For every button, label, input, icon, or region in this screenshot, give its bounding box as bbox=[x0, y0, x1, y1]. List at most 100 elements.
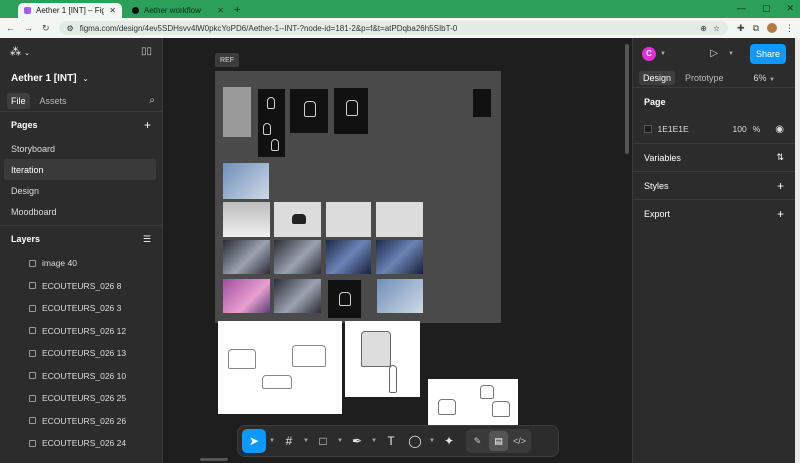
figma-favicon-icon bbox=[24, 7, 31, 14]
user-avatar[interactable]: C bbox=[642, 46, 656, 61]
reference-image[interactable] bbox=[377, 279, 423, 313]
pen-tool-button[interactable]: ✒ bbox=[346, 429, 368, 453]
reference-image[interactable] bbox=[376, 240, 423, 274]
reference-image[interactable] bbox=[376, 202, 423, 237]
canvas-horizontal-scrollbar[interactable] bbox=[200, 458, 228, 461]
layer-item[interactable]: image 40 bbox=[0, 252, 162, 275]
chevron-down-icon[interactable]: ▼ bbox=[428, 438, 436, 444]
reference-image[interactable] bbox=[290, 89, 328, 133]
browser-tab-figma[interactable]: Aether 1 [INT] – Figma ✕ bbox=[18, 3, 122, 18]
eye-icon[interactable]: ◉ bbox=[775, 124, 784, 135]
variables-adjust-icon[interactable]: ⇅ bbox=[776, 152, 784, 163]
chevron-down-icon[interactable]: ▼ bbox=[370, 438, 378, 444]
figma-logo-menu-icon[interactable]: ⁂ ⌄ bbox=[10, 45, 30, 58]
actions-button[interactable]: ✦ bbox=[438, 429, 460, 453]
exploded-case-image[interactable] bbox=[428, 379, 518, 425]
reference-image[interactable] bbox=[326, 202, 371, 237]
shape-tool-button[interactable]: ◯ bbox=[404, 429, 426, 453]
tab-design[interactable]: Design bbox=[639, 71, 676, 85]
page-opacity[interactable]: 100 bbox=[733, 124, 747, 134]
layer-item[interactable]: ECOUTEURS_026 26 bbox=[0, 410, 162, 433]
close-tab-icon[interactable]: ✕ bbox=[217, 6, 224, 15]
design-mode-button[interactable]: ▤ bbox=[489, 431, 508, 451]
page-item-iteration[interactable]: Iteration bbox=[4, 159, 156, 180]
exploded-view-image[interactable] bbox=[218, 321, 342, 414]
ref-frame[interactable] bbox=[215, 71, 501, 323]
share-button[interactable]: Share bbox=[750, 43, 786, 64]
frame-tool-button[interactable]: # bbox=[278, 429, 300, 453]
layer-item[interactable]: ECOUTEURS_026 10 bbox=[0, 365, 162, 388]
site-info-icon[interactable]: ⚙ bbox=[67, 24, 74, 33]
earbud-closeup-image[interactable] bbox=[345, 321, 420, 397]
layer-item[interactable]: ECOUTEURS_026 25 bbox=[0, 387, 162, 410]
canvas-vertical-scrollbar[interactable] bbox=[625, 44, 629, 154]
layer-item[interactable]: ECOUTEURS_026 24 bbox=[0, 432, 162, 455]
add-export-icon[interactable]: + bbox=[777, 207, 784, 221]
chevron-down-icon[interactable]: ▼ bbox=[336, 438, 344, 444]
close-tab-icon[interactable]: ✕ bbox=[109, 6, 116, 15]
bookmark-star-icon[interactable]: ☆ bbox=[713, 24, 720, 33]
url-field[interactable]: ⚙ figma.com/design/4ev5SDHsvv4lW0pkcYoPD… bbox=[58, 21, 729, 35]
variables-header[interactable]: Variables ⇅ bbox=[644, 144, 784, 171]
reference-image[interactable] bbox=[326, 240, 371, 274]
extensions-puzzle-icon[interactable]: ⧉ bbox=[753, 23, 759, 34]
reference-image[interactable] bbox=[328, 280, 361, 318]
styles-header[interactable]: Styles + bbox=[644, 172, 784, 199]
reference-image[interactable] bbox=[223, 87, 251, 137]
reload-icon[interactable]: ↻ bbox=[42, 23, 50, 34]
rectangle-tool-button[interactable]: □ bbox=[312, 429, 334, 453]
zoom-icon[interactable]: ⊕ bbox=[700, 24, 707, 33]
present-play-icon[interactable]: ▷ bbox=[710, 48, 718, 59]
frame-label-ref[interactable]: REF bbox=[215, 53, 239, 67]
text-tool-button[interactable]: T bbox=[380, 429, 402, 453]
layer-item[interactable]: ECOUTEURS_026 12 bbox=[0, 320, 162, 343]
layer-item[interactable]: ECOUTEURS_026 3 bbox=[0, 297, 162, 320]
layer-item[interactable]: ECOUTEURS_026 13 bbox=[0, 342, 162, 365]
reference-image[interactable] bbox=[223, 279, 270, 313]
file-name[interactable]: Aether 1 [INT] ⌄ bbox=[0, 65, 162, 90]
extension-icon[interactable]: ✚ bbox=[737, 23, 745, 34]
reference-image[interactable] bbox=[274, 202, 321, 237]
page-color-row[interactable]: 1E1E1E 100 % ◉ bbox=[644, 115, 784, 143]
reference-image[interactable] bbox=[258, 89, 285, 157]
page-item-moodboard[interactable]: Moodboard bbox=[0, 201, 156, 222]
layer-item[interactable]: ECOUTEURS_026 8 bbox=[0, 275, 162, 298]
maximize-button[interactable]: ▢ bbox=[762, 3, 771, 14]
chevron-down-icon[interactable]: ▼ bbox=[302, 438, 310, 444]
add-style-icon[interactable]: + bbox=[777, 179, 784, 193]
zoom-level[interactable]: 6% ▼ bbox=[754, 73, 775, 83]
chevron-down-icon[interactable]: ▼ bbox=[660, 51, 666, 57]
reference-image[interactable] bbox=[473, 89, 491, 117]
export-header[interactable]: Export + bbox=[644, 200, 784, 227]
page-item-storyboard[interactable]: Storyboard bbox=[0, 138, 156, 159]
tab-assets[interactable]: Assets bbox=[36, 93, 71, 109]
close-window-button[interactable]: ✕ bbox=[786, 3, 794, 14]
reference-image[interactable] bbox=[223, 163, 269, 199]
reference-image[interactable] bbox=[223, 240, 270, 274]
chevron-down-icon[interactable]: ▼ bbox=[728, 51, 734, 57]
browser-menu-icon[interactable]: ⋮ bbox=[785, 23, 794, 34]
move-tool-button[interactable]: ➤ bbox=[242, 429, 266, 453]
reference-image[interactable] bbox=[223, 202, 270, 237]
minimize-button[interactable]: — bbox=[737, 3, 746, 14]
toggle-sidebar-icon[interactable]: ▯▯ bbox=[141, 46, 152, 57]
page-color-hex[interactable]: 1E1E1E bbox=[658, 124, 713, 134]
reference-image[interactable] bbox=[334, 88, 368, 134]
profile-avatar-icon[interactable] bbox=[767, 23, 777, 33]
draw-mode-button[interactable]: ✎ bbox=[468, 431, 487, 451]
back-arrow-icon[interactable]: ← bbox=[6, 23, 15, 33]
tab-file[interactable]: File bbox=[7, 92, 30, 109]
new-tab-button[interactable]: + bbox=[234, 4, 240, 16]
browser-tab-workflow[interactable]: Aether workflow ✕ bbox=[126, 3, 230, 18]
forward-arrow-icon[interactable]: → bbox=[24, 23, 33, 33]
page-item-design[interactable]: Design bbox=[0, 180, 156, 201]
layers-list-icon[interactable]: ☰ bbox=[143, 234, 151, 245]
add-page-icon[interactable]: + bbox=[144, 118, 151, 132]
reference-image[interactable] bbox=[274, 279, 321, 313]
tab-prototype[interactable]: Prototype bbox=[681, 71, 728, 85]
reference-image[interactable] bbox=[274, 240, 321, 274]
search-icon[interactable]: ⌕ bbox=[149, 95, 155, 106]
chevron-down-icon[interactable]: ▼ bbox=[268, 438, 276, 444]
dev-mode-button[interactable]: </> bbox=[510, 431, 529, 451]
color-swatch[interactable] bbox=[644, 125, 652, 133]
